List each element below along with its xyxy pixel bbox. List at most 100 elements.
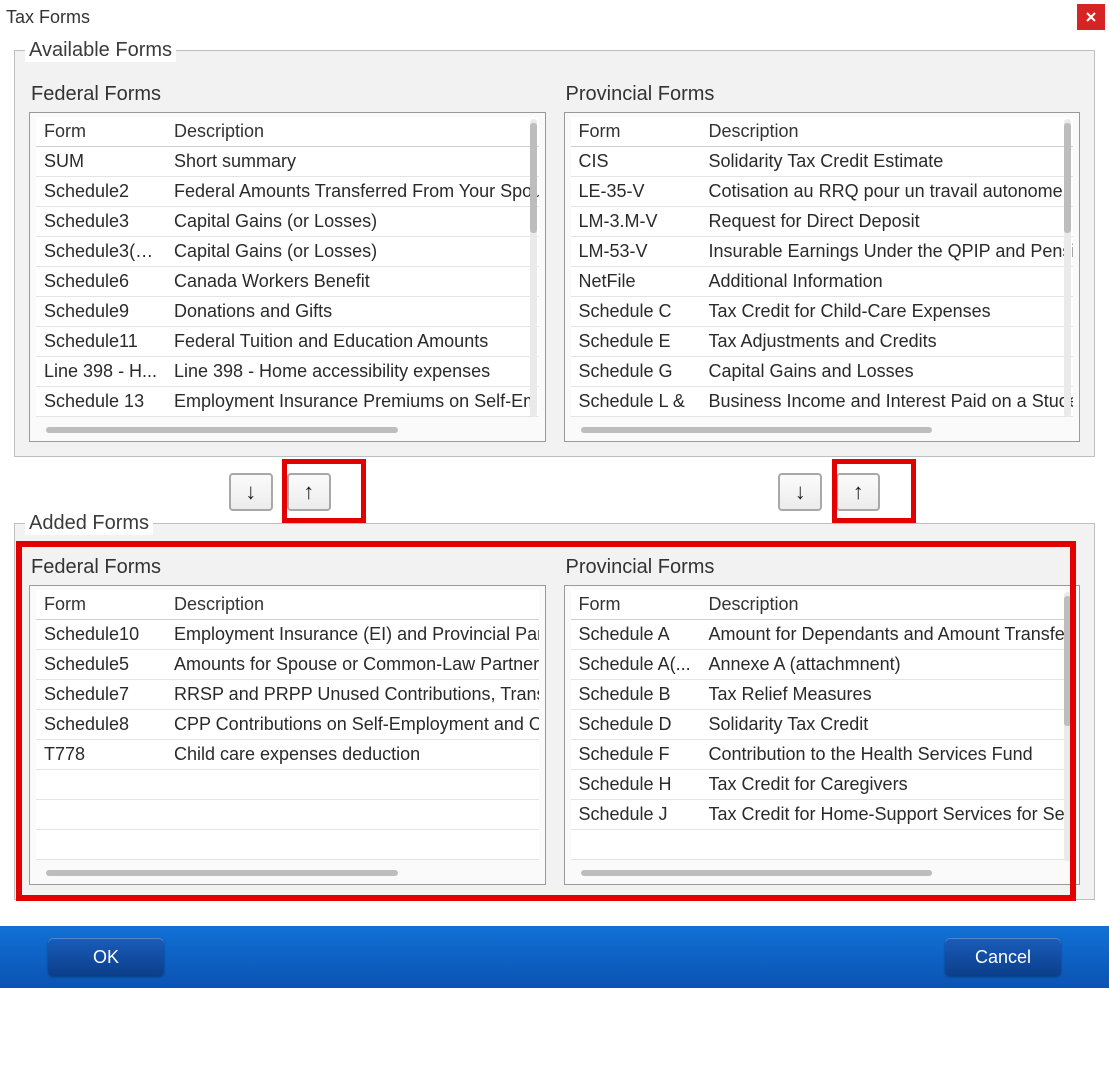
cell-form[interactable]: Schedule B [571, 680, 701, 710]
cell-description[interactable]: Annexe A (attachmnent) [701, 650, 1074, 680]
cell-description[interactable]: Tax Credit for Child-Care Expenses [701, 297, 1074, 327]
cell-form[interactable]: Schedule J [571, 800, 701, 830]
cell-description[interactable]: Request for Direct Deposit [701, 207, 1074, 237]
table-row[interactable]: Schedule ETax Adjustments and Credits [571, 327, 1074, 357]
col-description[interactable]: Description [166, 117, 539, 147]
col-form[interactable]: Form [36, 590, 166, 620]
cell-form[interactable]: Schedule11 [36, 327, 166, 357]
table-row[interactable]: Schedule3Capital Gains (or Losses) [36, 207, 539, 237]
cell-description[interactable]: Amount for Dependants and Amount Transfe… [701, 620, 1074, 650]
cell-form[interactable]: LM-53-V [571, 237, 701, 267]
table-row[interactable]: Schedule 13Employment Insurance Premiums… [36, 387, 539, 417]
available-provincial-table[interactable]: Form Description CISSolidarity Tax Credi… [571, 117, 1074, 417]
table-row[interactable]: LM-3.M-VRequest for Direct Deposit [571, 207, 1074, 237]
cell-description[interactable]: Additional Information [701, 267, 1074, 297]
table-row[interactable]: Line 398 - H...Line 398 - Home accessibi… [36, 357, 539, 387]
table-row[interactable]: LE-35-VCotisation au RRQ pour un travail… [571, 177, 1074, 207]
cell-form[interactable]: Schedule E [571, 327, 701, 357]
cell-form[interactable]: Schedule A(... [571, 650, 701, 680]
table-row[interactable]: NetFileAdditional Information [571, 267, 1074, 297]
cell-form[interactable]: CIS [571, 147, 701, 177]
cell-description[interactable]: Capital Gains and Losses [701, 357, 1074, 387]
cancel-button[interactable]: Cancel [945, 938, 1061, 976]
cell-form[interactable]: Schedule9 [36, 297, 166, 327]
scrollbar-horizontal[interactable] [46, 427, 398, 433]
table-row[interactable]: Schedule6Canada Workers Benefit [36, 267, 539, 297]
cell-form[interactable]: Schedule3(at... [36, 237, 166, 267]
available-provincial-grid[interactable]: Form Description CISSolidarity Tax Credi… [564, 112, 1081, 442]
added-federal-grid[interactable]: Form Description Schedule10Employment In… [29, 585, 546, 885]
scrollbar-vertical[interactable] [1064, 592, 1071, 861]
cell-description[interactable]: RRSP and PRPP Unused Contributions, Tran… [166, 680, 539, 710]
cell-description[interactable]: Solidarity Tax Credit Estimate [701, 147, 1074, 177]
table-row[interactable]: Schedule L &Business Income and Interest… [571, 387, 1074, 417]
table-row[interactable]: Schedule9Donations and Gifts [36, 297, 539, 327]
cell-form[interactable]: Schedule5 [36, 650, 166, 680]
table-row[interactable]: Schedule GCapital Gains and Losses [571, 357, 1074, 387]
scrollbar-horizontal[interactable] [46, 870, 398, 876]
available-federal-table[interactable]: Form Description SUMShort summarySchedul… [36, 117, 539, 417]
table-row[interactable]: Schedule DSolidarity Tax Credit [571, 710, 1074, 740]
table-row[interactable]: SUMShort summary [36, 147, 539, 177]
table-row[interactable]: Schedule5Amounts for Spouse or Common-La… [36, 650, 539, 680]
provincial-move-up-button[interactable]: ↑ [836, 473, 880, 511]
scrollbar-vertical[interactable] [530, 119, 537, 417]
table-row[interactable]: Schedule8CPP Contributions on Self-Emplo… [36, 710, 539, 740]
cell-description[interactable]: Donations and Gifts [166, 297, 539, 327]
cell-description[interactable]: Insurable Earnings Under the QPIP and Pe… [701, 237, 1074, 267]
scrollbar-horizontal[interactable] [581, 427, 933, 433]
cell-description[interactable]: Business Income and Interest Paid on a S… [701, 387, 1074, 417]
added-federal-table[interactable]: Form Description Schedule10Employment In… [36, 590, 539, 860]
cell-description[interactable]: Tax Credit for Caregivers [701, 770, 1074, 800]
table-row[interactable]: Schedule JTax Credit for Home-Support Se… [571, 800, 1074, 830]
cell-form[interactable]: Schedule2 [36, 177, 166, 207]
table-row[interactable]: Schedule HTax Credit for Caregivers [571, 770, 1074, 800]
cell-form[interactable]: Schedule3 [36, 207, 166, 237]
cell-form[interactable]: Schedule10 [36, 620, 166, 650]
cell-form[interactable]: Schedule 13 [36, 387, 166, 417]
cell-description[interactable]: Employment Insurance (EI) and Provincial… [166, 620, 539, 650]
col-form[interactable]: Form [571, 117, 701, 147]
added-provincial-table[interactable]: Form Description Schedule AAmount for De… [571, 590, 1074, 860]
cell-form[interactable]: Schedule F [571, 740, 701, 770]
cell-description[interactable]: Tax Credit for Home-Support Services for… [701, 800, 1074, 830]
cell-description[interactable]: Capital Gains (or Losses) [166, 237, 539, 267]
cell-form[interactable]: Schedule L & [571, 387, 701, 417]
cell-description[interactable]: Tax Adjustments and Credits [701, 327, 1074, 357]
cell-form[interactable]: T778 [36, 740, 166, 770]
cell-description[interactable]: CPP Contributions on Self-Employment and… [166, 710, 539, 740]
col-form[interactable]: Form [571, 590, 701, 620]
table-row[interactable]: Schedule AAmount for Dependants and Amou… [571, 620, 1074, 650]
cell-form[interactable]: LE-35-V [571, 177, 701, 207]
cell-form[interactable]: Schedule H [571, 770, 701, 800]
cell-form[interactable]: Schedule A [571, 620, 701, 650]
scrollbar-horizontal[interactable] [581, 870, 933, 876]
added-provincial-grid[interactable]: Form Description Schedule AAmount for De… [564, 585, 1081, 885]
cell-description[interactable]: Line 398 - Home accessibility expenses [166, 357, 539, 387]
table-row[interactable]: Schedule FContribution to the Health Ser… [571, 740, 1074, 770]
cell-description[interactable]: Federal Tuition and Education Amounts [166, 327, 539, 357]
cell-form[interactable]: SUM [36, 147, 166, 177]
cell-form[interactable]: Schedule7 [36, 680, 166, 710]
cell-form[interactable]: Line 398 - H... [36, 357, 166, 387]
cell-description[interactable]: Solidarity Tax Credit [701, 710, 1074, 740]
cell-description[interactable]: Canada Workers Benefit [166, 267, 539, 297]
provincial-move-down-button[interactable]: ↓ [778, 473, 822, 511]
cell-description[interactable]: Capital Gains (or Losses) [166, 207, 539, 237]
table-row[interactable]: Schedule11Federal Tuition and Education … [36, 327, 539, 357]
table-row[interactable]: Schedule BTax Relief Measures [571, 680, 1074, 710]
federal-move-down-button[interactable]: ↓ [229, 473, 273, 511]
col-description[interactable]: Description [701, 590, 1074, 620]
table-row[interactable]: Schedule10Employment Insurance (EI) and … [36, 620, 539, 650]
table-row[interactable]: Schedule A(...Annexe A (attachmnent) [571, 650, 1074, 680]
col-form[interactable]: Form [36, 117, 166, 147]
col-description[interactable]: Description [701, 117, 1074, 147]
cell-description[interactable]: Short summary [166, 147, 539, 177]
cell-description[interactable]: Contribution to the Health Services Fund [701, 740, 1074, 770]
col-description[interactable]: Description [166, 590, 539, 620]
cell-form[interactable]: Schedule6 [36, 267, 166, 297]
cell-form[interactable]: LM-3.M-V [571, 207, 701, 237]
cell-description[interactable]: Cotisation au RRQ pour un travail autono… [701, 177, 1074, 207]
table-row[interactable]: T778Child care expenses deduction [36, 740, 539, 770]
cell-description[interactable]: Employment Insurance Premiums on Self-Em… [166, 387, 539, 417]
